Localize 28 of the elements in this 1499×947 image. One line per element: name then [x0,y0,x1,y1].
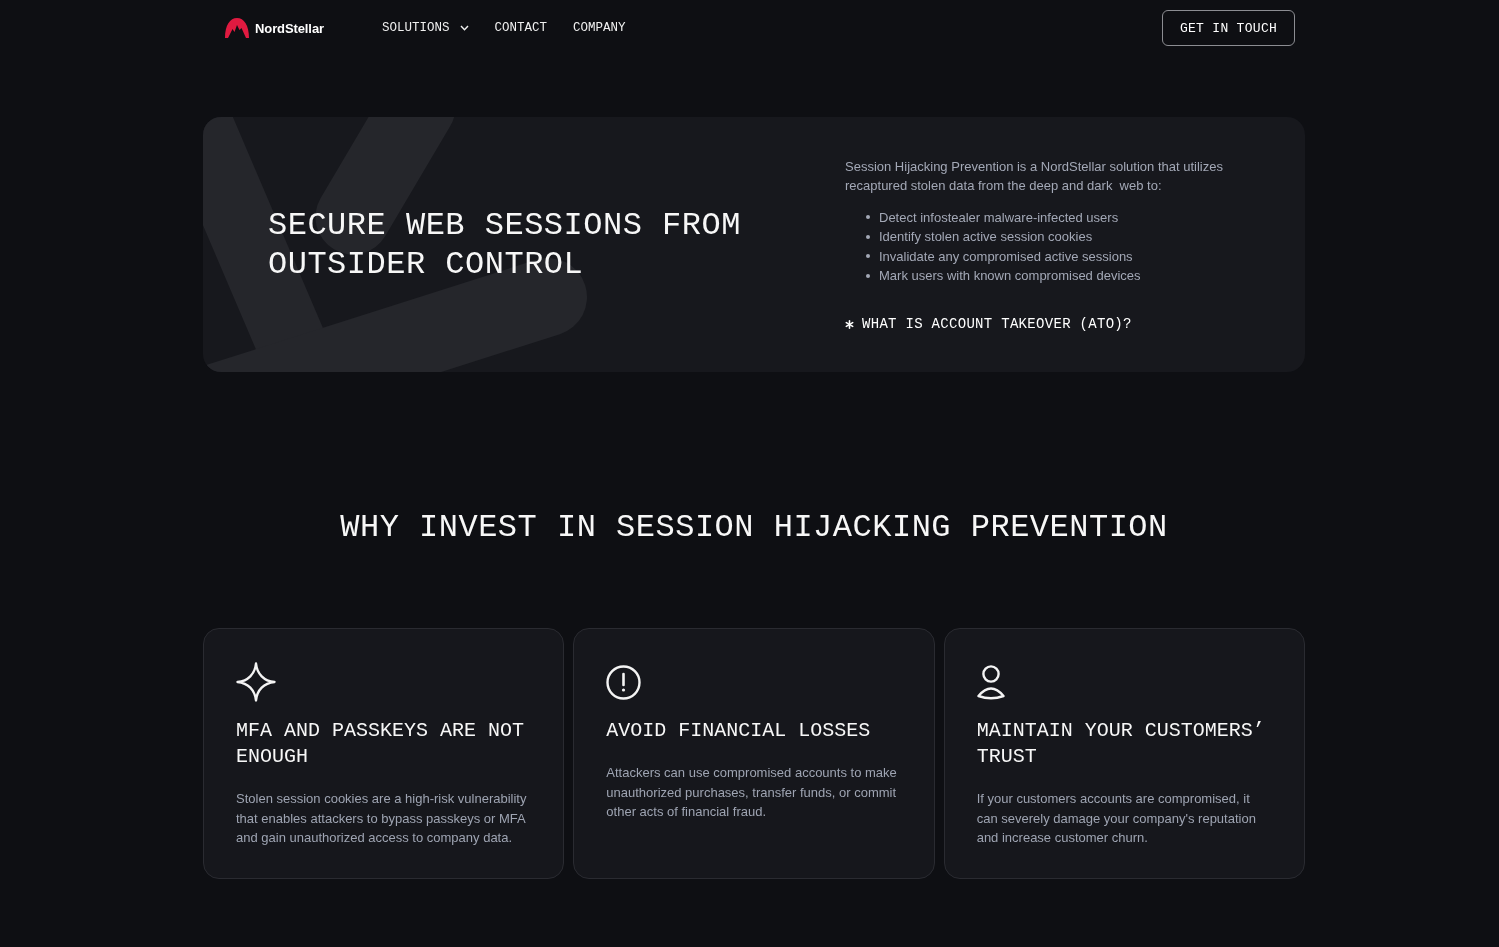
card-text: Stolen session cookies are a high-risk vulnerability that enables attackers to bypass passkeys or MFA and gain unauthorized access to company data. [236,790,528,847]
nav-link[interactable]: COMPANY [573,21,626,35]
card-title: AVOID FINANCIAL LOSSES [606,718,872,744]
card-title: MFA AND PASSKEYS ARE NOT ENOUGH [236,718,526,770]
bullet-text: Identify stolen active session cookies [879,228,1093,246]
card-text: If your customers accounts are compromised, it can severely damage your company's reputation and increase customer churn. [976,790,1257,847]
nav-link[interactable]: SOLUTIONS [382,21,469,35]
asterisk-icon [845,319,854,329]
logo-icon [225,18,249,38]
ato-link[interactable]: WHAT IS ACCOUNT TAKEOVER (ATO)? [845,316,1132,332]
user-icon [976,664,1005,700]
nav-link[interactable]: CONTACT [494,21,547,35]
logo-text: NordStellar [255,20,324,36]
card-text: Attackers can use compromised accounts to make unauthorized purchases, transfer funds, or commit other acts of financial fraud. [606,764,898,821]
section-heading: WHY INVEST IN SESSION HIJACKING PREVENTION [339,508,1169,548]
bullet-icon [866,273,870,278]
bullet-text: Invalidate any compromised active sessions [879,247,1133,266]
hero-title: SECURE WEB SESSIONS FROM OUTSIDER CONTROL [268,205,742,284]
sparkle-icon [236,662,276,702]
card-title: MAINTAIN YOUR CUSTOMERS’ TRUST [976,718,1266,770]
intro-text: Session Hijacking Prevention is a NordStellar solution that utilizes recaptured stolen data from the deep and dark web to: [845,157,1224,195]
bullet-icon [866,215,870,220]
bullet-icon [866,234,870,239]
alert-circle-icon [606,664,642,700]
bullet-icon [866,254,870,259]
bullet-text: Detect infostealer malware-infected users [879,208,1119,227]
bullet-text: Mark users with known compromised devices [879,267,1141,285]
get-in-touch-button[interactable]: GET IN TOUCH [1162,10,1295,46]
